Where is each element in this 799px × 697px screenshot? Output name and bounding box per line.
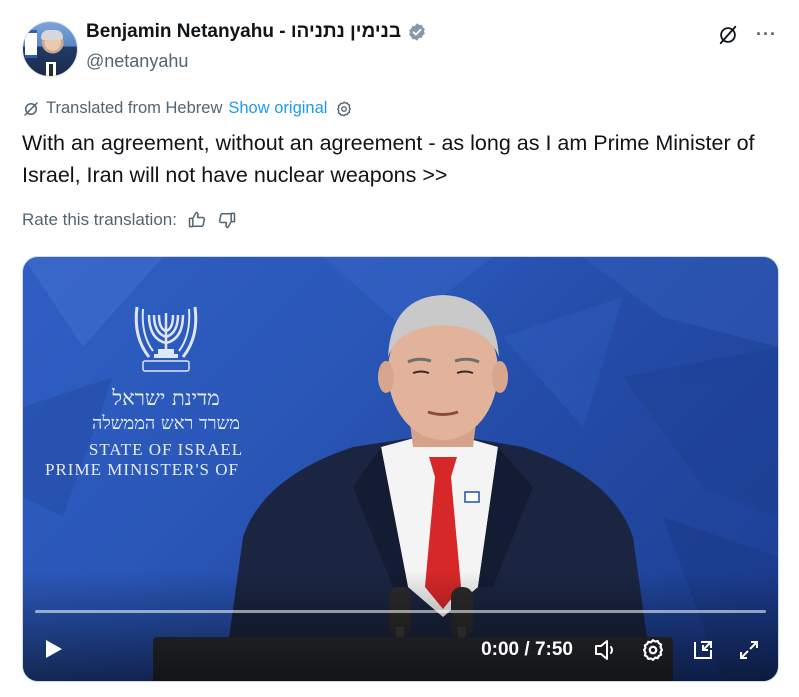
video-player[interactable]: מדינת ישראל משרד ראש הממשלה STATE OF ISR… [22,256,779,682]
tweet-text: With an agreement, without an agreement … [22,131,755,187]
rate-label: Rate this translation: [22,210,177,229]
translation-notice: Translated from Hebrew Show original [22,99,353,118]
gear-icon[interactable] [640,637,666,663]
video-time: 0:00 / 7:50 [481,639,573,660]
dock-icon[interactable] [690,637,716,663]
translation-label: Translated from Hebrew [46,99,223,117]
thumbs-up-icon[interactable] [187,210,207,230]
fullscreen-icon[interactable] [736,637,762,663]
play-icon[interactable] [41,637,65,661]
progress-bar[interactable] [35,610,766,613]
grok-icon[interactable] [717,24,739,46]
flag-graphic [25,30,37,58]
tweet-header: Benjamin Netanyahu - בנימין נתניהו @neta… [22,18,777,78]
rate-translation: Rate this translation: [22,210,237,230]
verified-badge-icon [409,23,425,41]
gear-icon[interactable] [335,100,353,118]
more-icon[interactable]: ··· [756,24,777,45]
name-row: Benjamin Netanyahu - בנימין נתניהו [86,21,427,43]
translate-icon [24,101,38,116]
thumbs-down-icon[interactable] [217,210,237,230]
handle[interactable]: @netanyahu [86,51,188,72]
volume-icon[interactable] [592,637,618,663]
avatar[interactable] [22,21,78,77]
controls-overlay [23,571,778,681]
menorah-emblem-icon [134,306,198,372]
display-name[interactable]: Benjamin Netanyahu - בנימין נתניהו [86,21,401,43]
show-original-link[interactable]: Show original [228,99,327,118]
